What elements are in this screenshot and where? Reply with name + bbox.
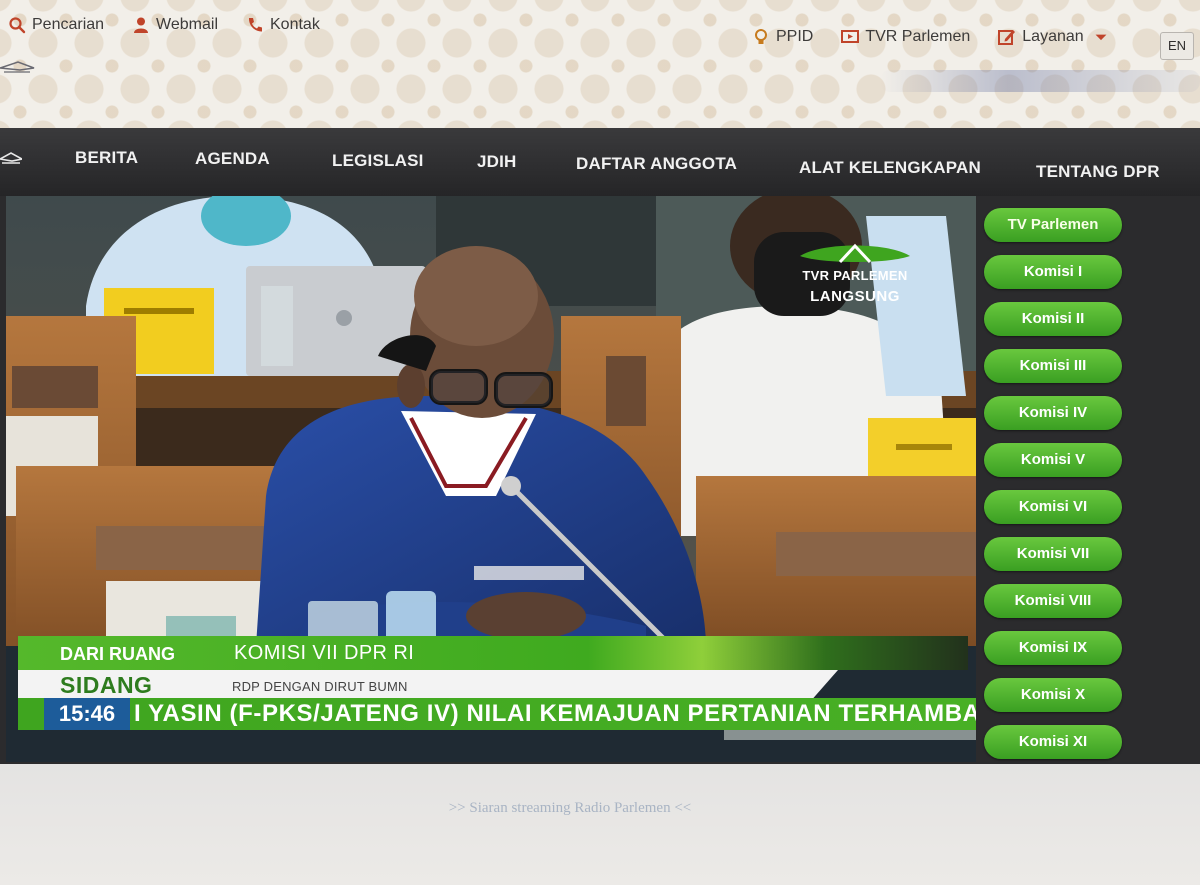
edit-icon <box>998 30 1016 45</box>
live-badge-title: TVR PARLEMEN <box>802 268 908 283</box>
layanan-menu[interactable]: Layanan <box>998 28 1107 46</box>
ppid-link-label: PPID <box>776 28 814 45</box>
radio-streaming-link[interactable]: >> Siaran streaming Radio Parlemen << <box>0 800 1140 817</box>
tvr-parlemen-link[interactable]: TVR Parlemen <box>841 28 970 46</box>
channel-button-komisi-9[interactable]: Komisi IX <box>984 631 1122 665</box>
main-navigation: BERITA AGENDA LEGISLASI JDIH DAFTAR ANGG… <box>0 128 1200 196</box>
channel-button-komisi-6[interactable]: Komisi VI <box>984 490 1122 524</box>
header-decoration <box>880 70 1200 92</box>
user-icon <box>134 17 149 33</box>
news-ticker: I YASIN (F-PKS/JATENG IV) NILAI KEMAJUAN… <box>134 700 976 727</box>
dpr-logo-icon <box>0 61 35 73</box>
channel-button-komisi-10[interactable]: Komisi X <box>984 678 1122 712</box>
language-button[interactable]: EN <box>1160 32 1194 60</box>
home-logo-icon[interactable] <box>0 150 22 168</box>
nav-item-berita[interactable]: BERITA <box>75 148 138 168</box>
caret-down-icon <box>1095 34 1107 41</box>
channel-button-komisi-2[interactable]: Komisi II <box>984 302 1122 336</box>
channel-button-komisi-7[interactable]: Komisi VII <box>984 537 1122 571</box>
footer: >> Siaran streaming Radio Parlemen << <box>0 764 1200 885</box>
top-links-left: Pencarian Webmail Kontak <box>8 16 320 34</box>
channel-button-komisi-3[interactable]: Komisi III <box>984 349 1122 383</box>
contact-link[interactable]: Kontak <box>246 16 320 34</box>
from-room-label: DARI RUANG <box>60 644 175 664</box>
channel-button-komisi-1[interactable]: Komisi I <box>984 255 1122 289</box>
channel-button-tv-parlemen[interactable]: TV Parlemen <box>984 208 1122 242</box>
broadcast-clock: 15:46 <box>44 698 130 730</box>
channel-button-komisi-11[interactable]: Komisi XI <box>984 725 1122 759</box>
webmail-link[interactable]: Webmail <box>132 16 218 34</box>
layanan-menu-label: Layanan <box>1022 28 1084 45</box>
webmail-link-label: Webmail <box>156 16 218 33</box>
phone-icon <box>248 18 262 32</box>
nav-item-alat-kelengkapan[interactable]: ALAT KELENGKAPAN <box>799 158 981 178</box>
video-player[interactable]: TVR PARLEMEN LANGSUNG DARI RUANG KOMISI … <box>6 196 976 762</box>
nav-item-tentang-dpr[interactable]: TENTANG DPR <box>1036 162 1160 182</box>
nav-item-legislasi[interactable]: LEGISLASI <box>332 151 424 171</box>
ppid-link[interactable]: PPID <box>752 28 813 46</box>
tv-icon <box>841 30 860 43</box>
live-badge: TVR PARLEMEN LANGSUNG <box>792 242 918 312</box>
search-link[interactable]: Pencarian <box>8 16 104 34</box>
tvr-parlemen-link-label: TVR Parlemen <box>865 28 971 45</box>
nav-item-daftar-anggota[interactable]: DAFTAR ANGGOTA <box>576 154 737 174</box>
lower-third: DARI RUANG KOMISI VII DPR RI SIDANG RDP … <box>14 636 976 744</box>
channel-button-komisi-8[interactable]: Komisi VIII <box>984 584 1122 618</box>
live-badge-status: LANGSUNG <box>810 288 900 305</box>
lightbulb-icon <box>755 29 767 44</box>
channel-button-komisi-4[interactable]: Komisi IV <box>984 396 1122 430</box>
ticker-edge-decoration <box>724 730 976 740</box>
search-icon <box>9 17 26 34</box>
main-content: TVR PARLEMEN LANGSUNG DARI RUANG KOMISI … <box>0 196 1200 764</box>
top-links-right: PPID TVR Parlemen Layanan <box>752 28 1108 46</box>
search-link-label: Pencarian <box>32 16 105 33</box>
channel-button-komisi-5[interactable]: Komisi V <box>984 443 1122 477</box>
nav-item-agenda[interactable]: AGENDA <box>195 149 270 169</box>
session-label: SIDANG <box>60 672 153 698</box>
committee-name: KOMISI VII DPR RI <box>234 642 415 664</box>
nav-item-jdih[interactable]: JDIH <box>477 152 517 172</box>
contact-link-label: Kontak <box>270 16 320 33</box>
top-bar: Pencarian Webmail Kontak PPID TVR Parlem… <box>0 0 1200 128</box>
meeting-title: RDP DENGAN DIRUT BUMN <box>232 679 408 694</box>
